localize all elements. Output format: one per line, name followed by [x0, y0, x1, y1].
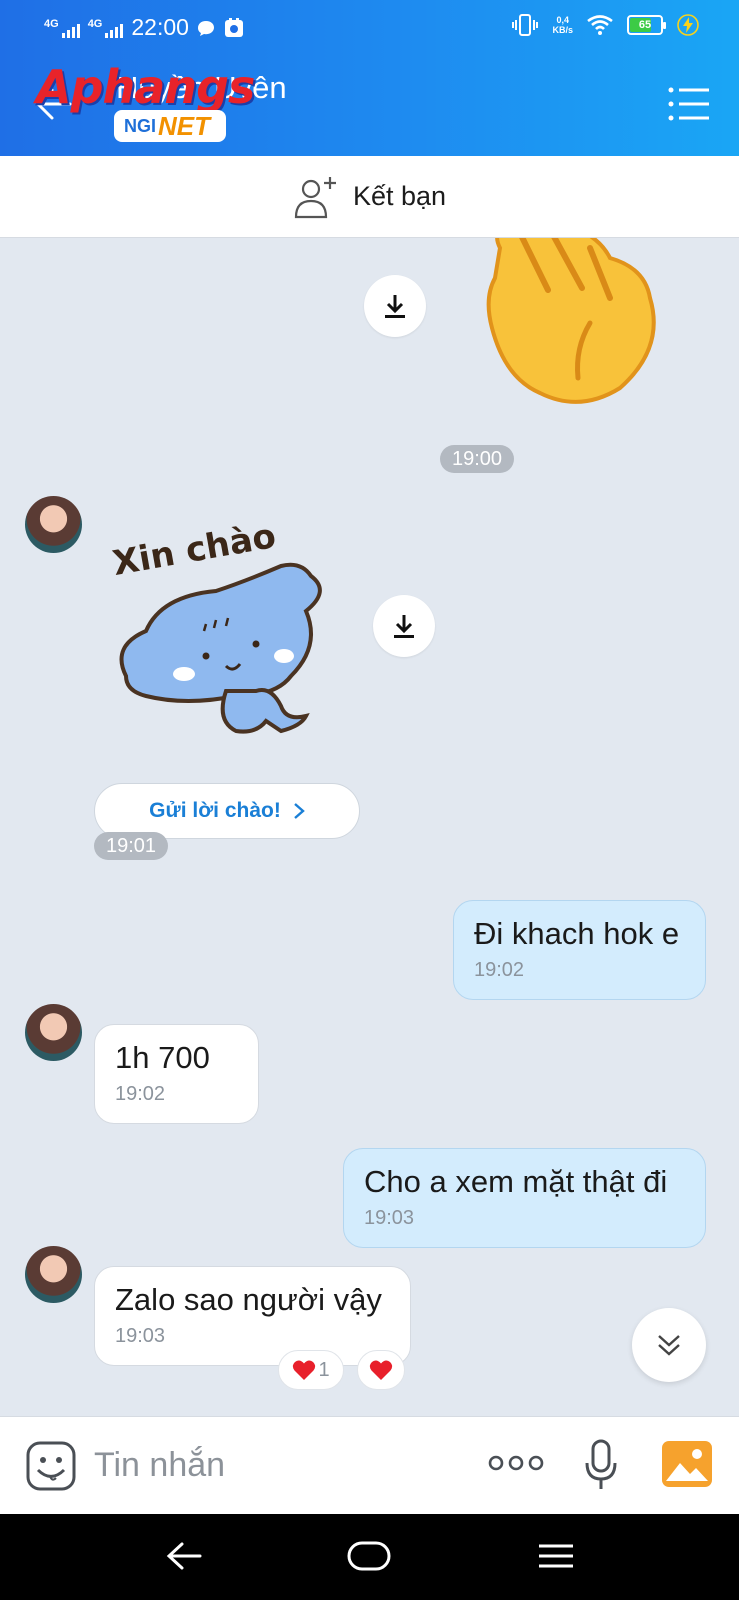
chat-header: Huyền Uyên Aphangs NGI NET — [0, 58, 739, 156]
reaction-count: 1 — [318, 1358, 330, 1381]
app-notification-icon — [224, 17, 243, 37]
message-text: Đi khach hok e — [474, 916, 680, 951]
nav-menu-icon[interactable] — [536, 1536, 576, 1576]
status-time: 22:00 — [131, 14, 189, 40]
message-input[interactable] — [94, 1441, 454, 1489]
wifi-icon — [587, 15, 613, 35]
timestamp-pill: 19:01 — [94, 832, 169, 860]
nav-home-icon[interactable] — [346, 1536, 392, 1576]
message-bubble-incoming[interactable]: 1h 700 19:02 — [94, 1024, 259, 1124]
message-input-bar — [0, 1416, 739, 1514]
sticker-emoji-icon[interactable] — [26, 1441, 76, 1491]
signal-2-icon: 4G — [88, 18, 124, 38]
watermark-sub-a: NGI — [124, 115, 157, 136]
menu-list-icon[interactable] — [667, 86, 711, 122]
add-friend-bar[interactable]: Kết bạn — [0, 156, 739, 238]
signal-1-icon: 4G — [44, 18, 80, 38]
watermark-sub-b: NET — [158, 110, 211, 141]
heart-icon — [369, 1360, 393, 1380]
top-bar: 4G 4G 22:00 0,4 KB/s 65 Huyền Uyên Aphan… — [0, 0, 739, 156]
message-text: Zalo sao người vậy — [115, 1282, 382, 1317]
download-icon — [385, 295, 405, 318]
watermark-logo: Aphangs NGI NET — [36, 60, 266, 146]
watermark-main-text: Aphangs — [36, 60, 255, 114]
scroll-to-bottom-button[interactable] — [632, 1308, 706, 1382]
message-bubble-outgoing[interactable]: Đi khach hok e 19:02 — [453, 900, 706, 1000]
message-time: 19:03 — [115, 1325, 166, 1347]
nav-back-icon[interactable] — [164, 1536, 204, 1576]
network-type-1: 4G — [44, 17, 59, 30]
avatar[interactable] — [25, 1246, 82, 1303]
double-chevron-down-icon — [658, 1335, 680, 1356]
send-greeting-button[interactable]: Gửi lời chào! — [94, 783, 360, 839]
image-gallery-icon[interactable] — [662, 1441, 712, 1487]
net-speed-value: 0,4 — [556, 15, 569, 25]
battery-icon: 65 — [627, 15, 666, 35]
react-button[interactable] — [357, 1350, 405, 1390]
download-icon — [394, 615, 414, 638]
status-right: 0,4 KB/s 65 — [512, 14, 699, 36]
message-time: 19:03 — [364, 1207, 415, 1229]
net-speed-unit: KB/s — [552, 25, 573, 35]
send-greeting-label: Gửi lời chào! — [149, 799, 281, 822]
network-type-2: 4G — [87, 17, 103, 30]
system-nav-bar — [0, 1514, 739, 1600]
add-friend-label: Kết bạn — [352, 181, 447, 211]
charging-icon — [677, 14, 699, 36]
watermark-sub: NGI NET — [114, 110, 226, 142]
messenger-notification-icon — [197, 20, 214, 36]
message-text: 1h 700 — [115, 1040, 210, 1075]
message-bubble-incoming[interactable]: Zalo sao người vậy 19:03 — [94, 1266, 411, 1366]
battery-level: 65 — [638, 19, 652, 31]
avatar[interactable] — [25, 1004, 82, 1061]
chat-area[interactable]: 19:00 Xin chào Gửi lời chào! 19:01 Đi kh… — [0, 238, 739, 1416]
download-button[interactable] — [373, 595, 435, 657]
net-speed: 0,4 KB/s — [552, 15, 573, 35]
message-bubble-outgoing[interactable]: Cho a xem mặt thật đi 19:03 — [343, 1148, 706, 1248]
timestamp-pill: 19:00 — [440, 445, 515, 473]
vibrate-icon — [512, 14, 539, 36]
add-friend-icon — [294, 176, 336, 218]
message-text: Cho a xem mặt thật đi — [364, 1164, 668, 1199]
message-time: 19:02 — [115, 1083, 166, 1105]
download-button[interactable] — [364, 275, 426, 337]
message-time: 19:02 — [474, 959, 525, 981]
heart-icon — [293, 1360, 316, 1380]
chevron-right-icon — [294, 803, 305, 819]
avatar[interactable] — [25, 496, 82, 553]
waving-hand-sticker[interactable] — [470, 238, 670, 408]
status-bar: 4G 4G 22:00 0,4 KB/s 65 — [0, 0, 739, 58]
greeting-sticker[interactable]: Xin chào — [106, 516, 356, 746]
more-options-icon[interactable] — [488, 1453, 544, 1473]
cat-sticker-icon — [119, 562, 322, 734]
reaction-count-badge[interactable]: 1 — [278, 1350, 344, 1390]
status-left: 4G 4G 22:00 — [44, 14, 245, 41]
microphone-icon[interactable] — [584, 1439, 618, 1491]
